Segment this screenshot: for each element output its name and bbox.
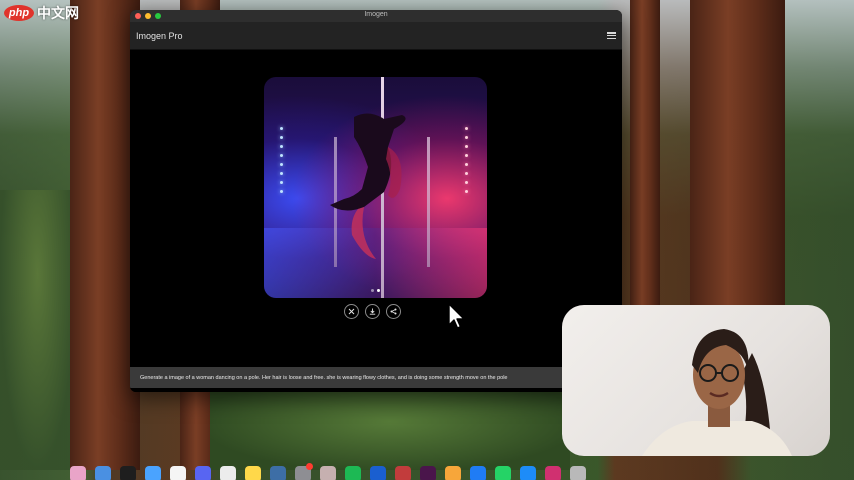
image-stage-lights bbox=[280, 127, 284, 193]
dock-icon-whatsapp[interactable] bbox=[495, 466, 511, 480]
image-stage-lights bbox=[465, 127, 469, 193]
notification-badge bbox=[306, 463, 313, 470]
dock-icon-discord[interactable] bbox=[195, 466, 211, 480]
imogen-app-window: Imogen Imogen Pro Generate a image of a … bbox=[130, 10, 622, 392]
dock-icon-finder[interactable] bbox=[145, 466, 161, 480]
download-icon bbox=[369, 308, 376, 315]
dock-icon-slack[interactable] bbox=[420, 466, 436, 480]
wallpaper-tree-trunk bbox=[690, 0, 785, 310]
watermark-text: 中文网 bbox=[37, 5, 79, 21]
image-pole bbox=[427, 137, 430, 267]
image-actions bbox=[344, 304, 401, 319]
window-titlebar[interactable]: Imogen bbox=[130, 10, 622, 22]
dock-icon-maps[interactable] bbox=[320, 466, 336, 480]
dock-icon-mail[interactable] bbox=[470, 466, 486, 480]
dock-icon-pencil[interactable] bbox=[445, 466, 461, 480]
dock-icon-1password[interactable] bbox=[370, 466, 386, 480]
prompt-bar[interactable]: Generate a image of a woman dancing on a… bbox=[130, 367, 622, 388]
app-name: Imogen Pro bbox=[136, 30, 183, 41]
window-title: Imogen bbox=[364, 11, 388, 18]
dock-icon-appstore[interactable] bbox=[520, 466, 536, 480]
app-toolbar: Imogen Pro bbox=[130, 22, 622, 50]
dock-icon-trash[interactable] bbox=[570, 466, 586, 480]
macos-dock bbox=[64, 463, 724, 480]
close-icon bbox=[348, 308, 355, 315]
dock-icon-terminal[interactable] bbox=[120, 466, 136, 480]
share-icon bbox=[390, 308, 397, 315]
mouse-cursor-icon bbox=[448, 303, 465, 329]
share-button[interactable] bbox=[386, 304, 401, 319]
dock-icon-spotify[interactable] bbox=[345, 466, 361, 480]
dock-icon-reeder[interactable] bbox=[395, 466, 411, 480]
hamburger-menu-icon[interactable] bbox=[607, 32, 616, 39]
download-button[interactable] bbox=[365, 304, 380, 319]
watermark-logo: php 中文网 bbox=[4, 3, 79, 23]
dock-icon-settings[interactable] bbox=[295, 463, 313, 480]
dock-icon-notion[interactable] bbox=[170, 466, 186, 480]
close-button[interactable] bbox=[344, 304, 359, 319]
main-content: Generate a image of a woman dancing on a… bbox=[130, 51, 622, 392]
dock-icon-notes-app[interactable] bbox=[220, 466, 236, 480]
generated-image[interactable] bbox=[264, 77, 487, 298]
image-dancer-figure bbox=[330, 113, 406, 259]
wallpaper-foliage bbox=[210, 390, 570, 470]
dock-icon-mirror[interactable] bbox=[545, 466, 561, 480]
dock-icon-preview[interactable] bbox=[270, 466, 286, 480]
carousel-dot[interactable] bbox=[371, 289, 374, 292]
wallpaper-tree-trunk bbox=[630, 0, 660, 310]
carousel-indicator[interactable] bbox=[264, 289, 487, 292]
dock-icon-chrome[interactable] bbox=[95, 466, 111, 480]
webcam-overlay bbox=[562, 305, 830, 456]
prompt-text: Generate a image of a woman dancing on a… bbox=[140, 374, 508, 381]
wallpaper-foliage bbox=[0, 190, 75, 470]
carousel-dot-active[interactable] bbox=[377, 289, 380, 292]
php-logo-icon: php bbox=[4, 5, 34, 21]
dock-icon-notes[interactable] bbox=[245, 466, 261, 480]
dock-icon-photos[interactable] bbox=[70, 466, 86, 480]
presenter-video bbox=[642, 329, 792, 456]
